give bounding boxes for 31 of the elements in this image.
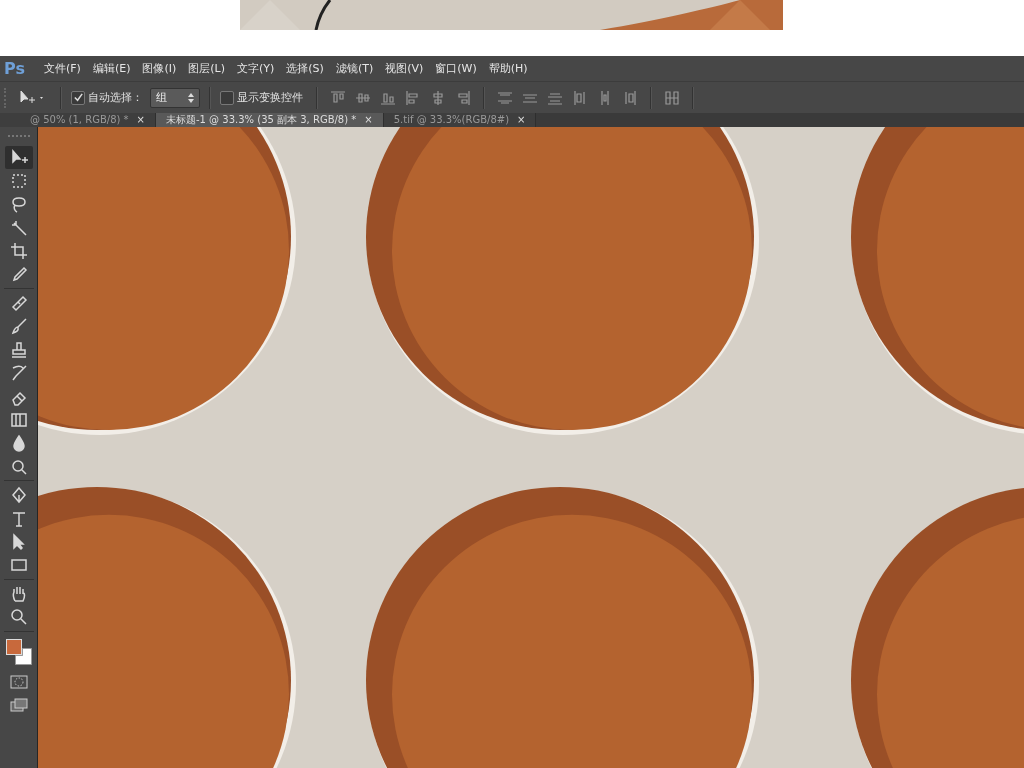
checkbox[interactable] [71, 90, 85, 105]
menu-item[interactable]: 窗口(W) [429, 61, 483, 76]
windows-icon [8, 696, 29, 713]
menu-item[interactable]: 文件(F) [38, 61, 87, 76]
grip-icon [7, 135, 30, 140]
close-icon[interactable]: × [136, 114, 145, 126]
foreground-color-swatch[interactable] [5, 638, 22, 655]
menu-item[interactable]: 视图(V) [379, 61, 430, 76]
document-tab[interactable]: 5.tif @ 33.3%(RGB/8#) × [383, 113, 537, 127]
tool-button[interactable] [4, 146, 33, 170]
gradient-icon [8, 410, 29, 430]
stepper-icon [188, 92, 194, 103]
checkbox-label: 显示变换控件 [237, 90, 303, 105]
app-logo: Ps [4, 59, 26, 78]
document-tab[interactable]: @ 50% (1, RGB/8) * × [0, 113, 156, 127]
close-icon[interactable]: × [364, 114, 373, 126]
menu-item[interactable]: 选择(S) [280, 61, 330, 76]
checkbox-label: 自动选择： [88, 90, 143, 105]
align-icon [663, 88, 681, 107]
menu-item[interactable]: 图层(L) [182, 61, 231, 76]
menu-item[interactable]: 滤镜(T) [329, 61, 380, 76]
dropdown[interactable]: 组 [150, 87, 200, 108]
menu-item[interactable]: 文字(Y) [231, 61, 281, 76]
mask-icon [8, 673, 29, 690]
menu-item[interactable]: 图像(I) [136, 61, 183, 76]
menu-item[interactable]: 编辑(E) [86, 61, 137, 76]
menu-item[interactable]: 帮助(H) [482, 61, 534, 76]
close-icon[interactable]: × [517, 114, 526, 126]
checkbox[interactable] [220, 90, 234, 105]
document-tab[interactable]: 未标题-1 @ 33.3% (35 副本 3, RGB/8) * × [155, 113, 384, 127]
crop-icon [8, 241, 29, 262]
